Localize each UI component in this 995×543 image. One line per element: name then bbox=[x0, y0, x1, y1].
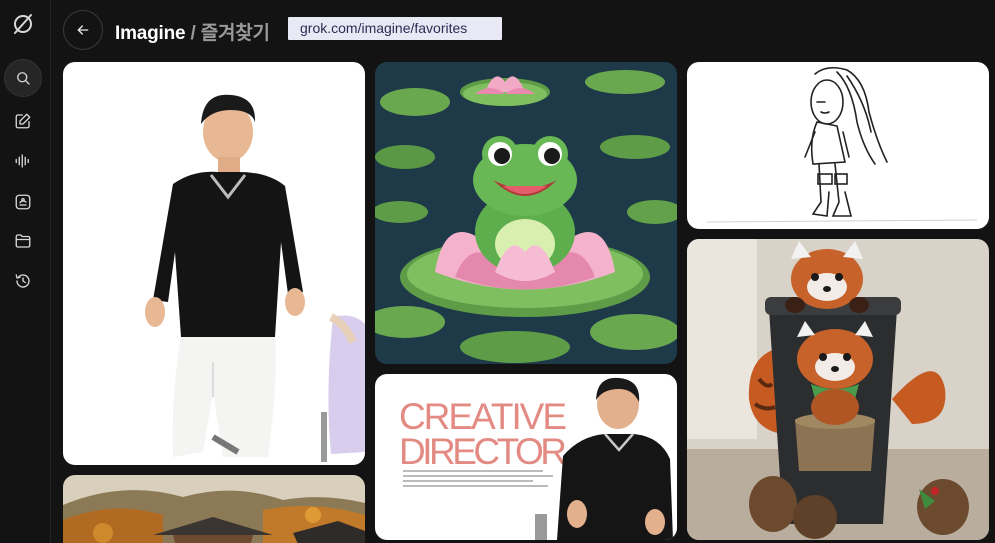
gallery-image-autumn-temple[interactable] bbox=[63, 475, 365, 543]
search-icon[interactable] bbox=[4, 59, 42, 97]
man-walking-image bbox=[63, 62, 365, 465]
voice-icon[interactable] bbox=[4, 142, 42, 180]
gallery-image-man-walking[interactable] bbox=[63, 62, 365, 465]
breadcrumb-imagine[interactable]: Imagine bbox=[115, 23, 186, 44]
breadcrumb-favorites: 즐겨찾기 bbox=[200, 23, 270, 44]
sketch-character-image bbox=[687, 62, 989, 229]
folder-icon[interactable] bbox=[4, 222, 42, 260]
url-text[interactable]: grok.com/imagine/favorites bbox=[288, 17, 502, 40]
grok-logo-icon[interactable] bbox=[4, 5, 42, 43]
frog-lotus-image bbox=[375, 62, 677, 364]
gallery-image-red-panda-cup[interactable] bbox=[687, 239, 989, 540]
creative-director-image: CREATIVE DIRECTOR bbox=[375, 374, 677, 540]
sidebar bbox=[0, 0, 51, 543]
gallery-image-creative-director[interactable]: CREATIVE DIRECTOR bbox=[375, 374, 677, 540]
imagine-icon[interactable] bbox=[4, 183, 42, 221]
edit-icon[interactable] bbox=[4, 102, 42, 140]
breadcrumb-separator: / bbox=[190, 23, 196, 44]
gallery-image-frog-lotus[interactable] bbox=[375, 62, 677, 364]
autumn-temple-image bbox=[63, 475, 365, 543]
gallery-image-sketch-character[interactable] bbox=[687, 62, 989, 229]
back-button[interactable] bbox=[63, 10, 103, 50]
red-panda-cup-image bbox=[687, 239, 989, 540]
history-icon[interactable] bbox=[4, 262, 42, 300]
breadcrumb: Imagine / 즐겨찾기 bbox=[115, 18, 270, 45]
director-text: DIRECTOR bbox=[399, 431, 567, 472]
arrow-left-icon bbox=[77, 25, 89, 35]
